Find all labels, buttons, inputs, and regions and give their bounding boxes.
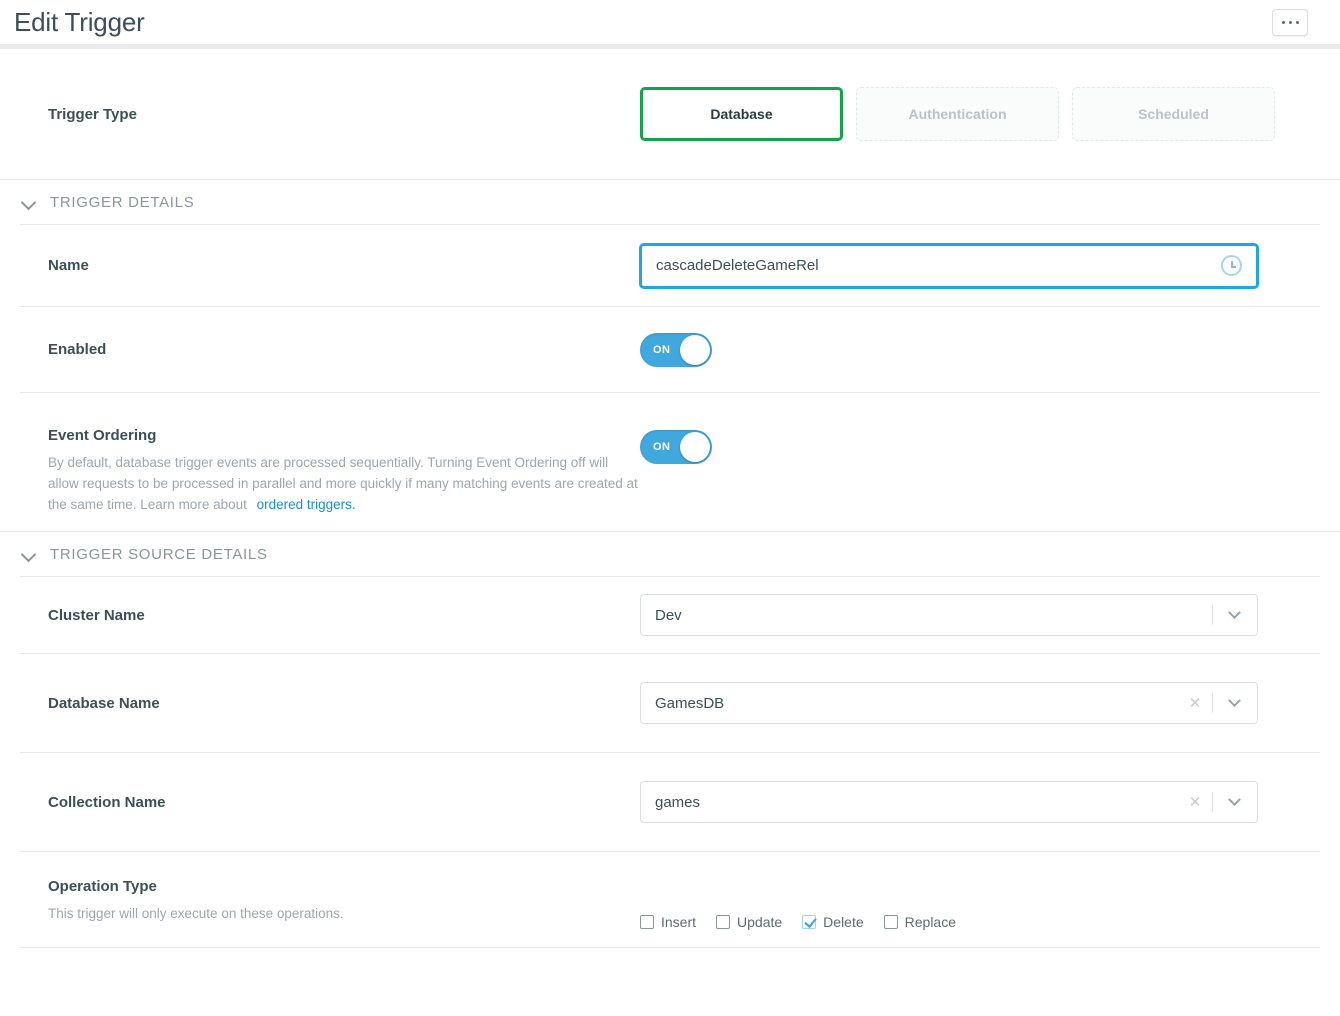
database-name-label: Database Name: [48, 694, 160, 712]
name-label: Name: [48, 257, 89, 274]
chevron-down-icon[interactable]: [1217, 605, 1251, 620]
collection-name-label-col: Collection Name: [20, 794, 640, 811]
page-header: Edit Trigger: [0, 0, 1340, 44]
trigger-type-buttons: Database Authentication Scheduled: [640, 87, 1275, 141]
checkbox-delete[interactable]: Delete: [802, 914, 864, 930]
name-label-col: Name: [20, 257, 640, 274]
checkbox-box-icon: [883, 915, 898, 929]
operation-type-description: This trigger will only execute on these …: [48, 906, 344, 921]
database-name-select[interactable]: GamesDB ✕: [640, 682, 1258, 724]
checkbox-delete-label: Delete: [823, 914, 864, 930]
trigger-type-label-col: Trigger Type: [20, 106, 640, 123]
page-title: Edit Trigger: [14, 6, 145, 37]
enabled-label: Enabled: [48, 341, 107, 358]
cluster-name-label-col: Cluster Name: [20, 607, 640, 624]
cluster-name-label: Cluster Name: [48, 606, 145, 624]
cluster-name-select[interactable]: Dev: [640, 594, 1258, 636]
clock-icon[interactable]: [1221, 255, 1242, 276]
collection-name-field-col: games ✕: [640, 781, 1320, 823]
event-ordering-label: Event Ordering: [48, 427, 157, 444]
enabled-toggle[interactable]: ON: [640, 332, 712, 367]
chevron-down-icon: [22, 195, 36, 209]
name-field-col: cascadeDeleteGameRel: [640, 243, 1320, 288]
toggle-knob: [680, 334, 710, 365]
trigger-type-database-button[interactable]: Database: [640, 87, 843, 141]
cluster-name-field-col: Dev: [640, 594, 1320, 636]
name-input[interactable]: cascadeDeleteGameRel: [640, 243, 1258, 288]
chevron-down-icon: [22, 547, 36, 561]
divider: [1212, 605, 1213, 625]
checkbox-replace-label: Replace: [904, 914, 957, 930]
checkbox-update[interactable]: Update: [716, 914, 782, 930]
database-name-field-col: GamesDB ✕: [640, 682, 1320, 724]
chevron-down-icon[interactable]: [1217, 693, 1251, 708]
divider: [1212, 693, 1213, 713]
collection-name-label: Collection Name: [48, 793, 166, 811]
enabled-row: Enabled ON: [0, 307, 1340, 392]
database-name-row: Database Name GamesDB ✕: [0, 654, 1340, 752]
operation-type-checkbox-group: Insert Update Delete Replace: [640, 914, 956, 930]
enabled-field-col: ON: [640, 332, 1320, 367]
event-ordering-toggle[interactable]: ON: [640, 430, 712, 464]
trigger-source-details-section-title: TRIGGER SOURCE DETAILS: [50, 545, 268, 563]
collection-name-row: Collection Name games ✕: [0, 753, 1340, 851]
row-divider: [20, 947, 1320, 948]
event-ordering-field-col: ON: [640, 427, 1320, 464]
enabled-label-col: Enabled: [20, 341, 640, 358]
checkbox-box-icon: [716, 915, 731, 929]
ellipsis-icon: [1295, 20, 1299, 24]
name-row: Name cascadeDeleteGameRel: [0, 225, 1340, 306]
event-ordering-description: By default, database trigger events are …: [48, 452, 638, 515]
edit-trigger-page: Edit Trigger Trigger Type Database Authe…: [0, 0, 1340, 1016]
database-name-label-col: Database Name: [20, 695, 640, 712]
ellipsis-icon: [1288, 20, 1292, 24]
clear-icon[interactable]: ✕: [1182, 694, 1208, 712]
trigger-source-details-section-header[interactable]: TRIGGER SOURCE DETAILS: [0, 532, 1340, 576]
divider: [1212, 792, 1213, 812]
clear-icon[interactable]: ✕: [1182, 793, 1208, 811]
cluster-name-row: Cluster Name Dev: [0, 577, 1340, 653]
trigger-type-authentication-button[interactable]: Authentication: [856, 87, 1059, 141]
trigger-details-section-header[interactable]: TRIGGER DETAILS: [0, 180, 1340, 224]
operation-type-label-col: Operation Type This trigger will only ex…: [20, 878, 640, 924]
cluster-name-value: Dev: [655, 606, 682, 624]
operation-type-row: Operation Type This trigger will only ex…: [0, 852, 1340, 947]
ellipsis-icon: [1281, 20, 1285, 24]
trigger-type-label: Trigger Type: [48, 105, 137, 123]
chevron-down-icon[interactable]: [1217, 792, 1251, 807]
checkbox-replace[interactable]: Replace: [883, 914, 957, 930]
checkbox-box-icon: [640, 915, 654, 929]
trigger-type-scheduled-button[interactable]: Scheduled: [1072, 87, 1275, 141]
enabled-toggle-state: ON: [653, 343, 671, 356]
event-ordering-toggle-state: ON: [653, 441, 671, 453]
checkbox-insert[interactable]: Insert: [640, 914, 696, 930]
collection-name-select[interactable]: games ✕: [640, 781, 1258, 823]
collection-name-value: games: [655, 793, 701, 811]
overflow-menu-button[interactable]: [1272, 8, 1308, 36]
checkbox-insert-label: Insert: [661, 914, 697, 930]
database-name-value: GamesDB: [655, 694, 725, 712]
operation-type-label: Operation Type: [48, 878, 157, 895]
event-ordering-label-col: Event Ordering By default, database trig…: [20, 427, 640, 515]
trigger-type-row: Trigger Type Database Authentication Sch…: [0, 49, 1340, 179]
ordered-triggers-link[interactable]: ordered triggers.: [257, 497, 356, 512]
trigger-details-section-title: TRIGGER DETAILS: [50, 193, 195, 211]
checkbox-update-label: Update: [737, 914, 783, 930]
trigger-type-field-col: Database Authentication Scheduled: [640, 87, 1320, 141]
operation-type-field-col: Insert Update Delete Replace: [640, 878, 1320, 930]
name-input-value: cascadeDeleteGameRel: [656, 257, 819, 274]
checkbox-checked-icon: [802, 915, 817, 929]
event-ordering-row: Event Ordering By default, database trig…: [0, 393, 1340, 531]
toggle-knob: [680, 432, 710, 462]
